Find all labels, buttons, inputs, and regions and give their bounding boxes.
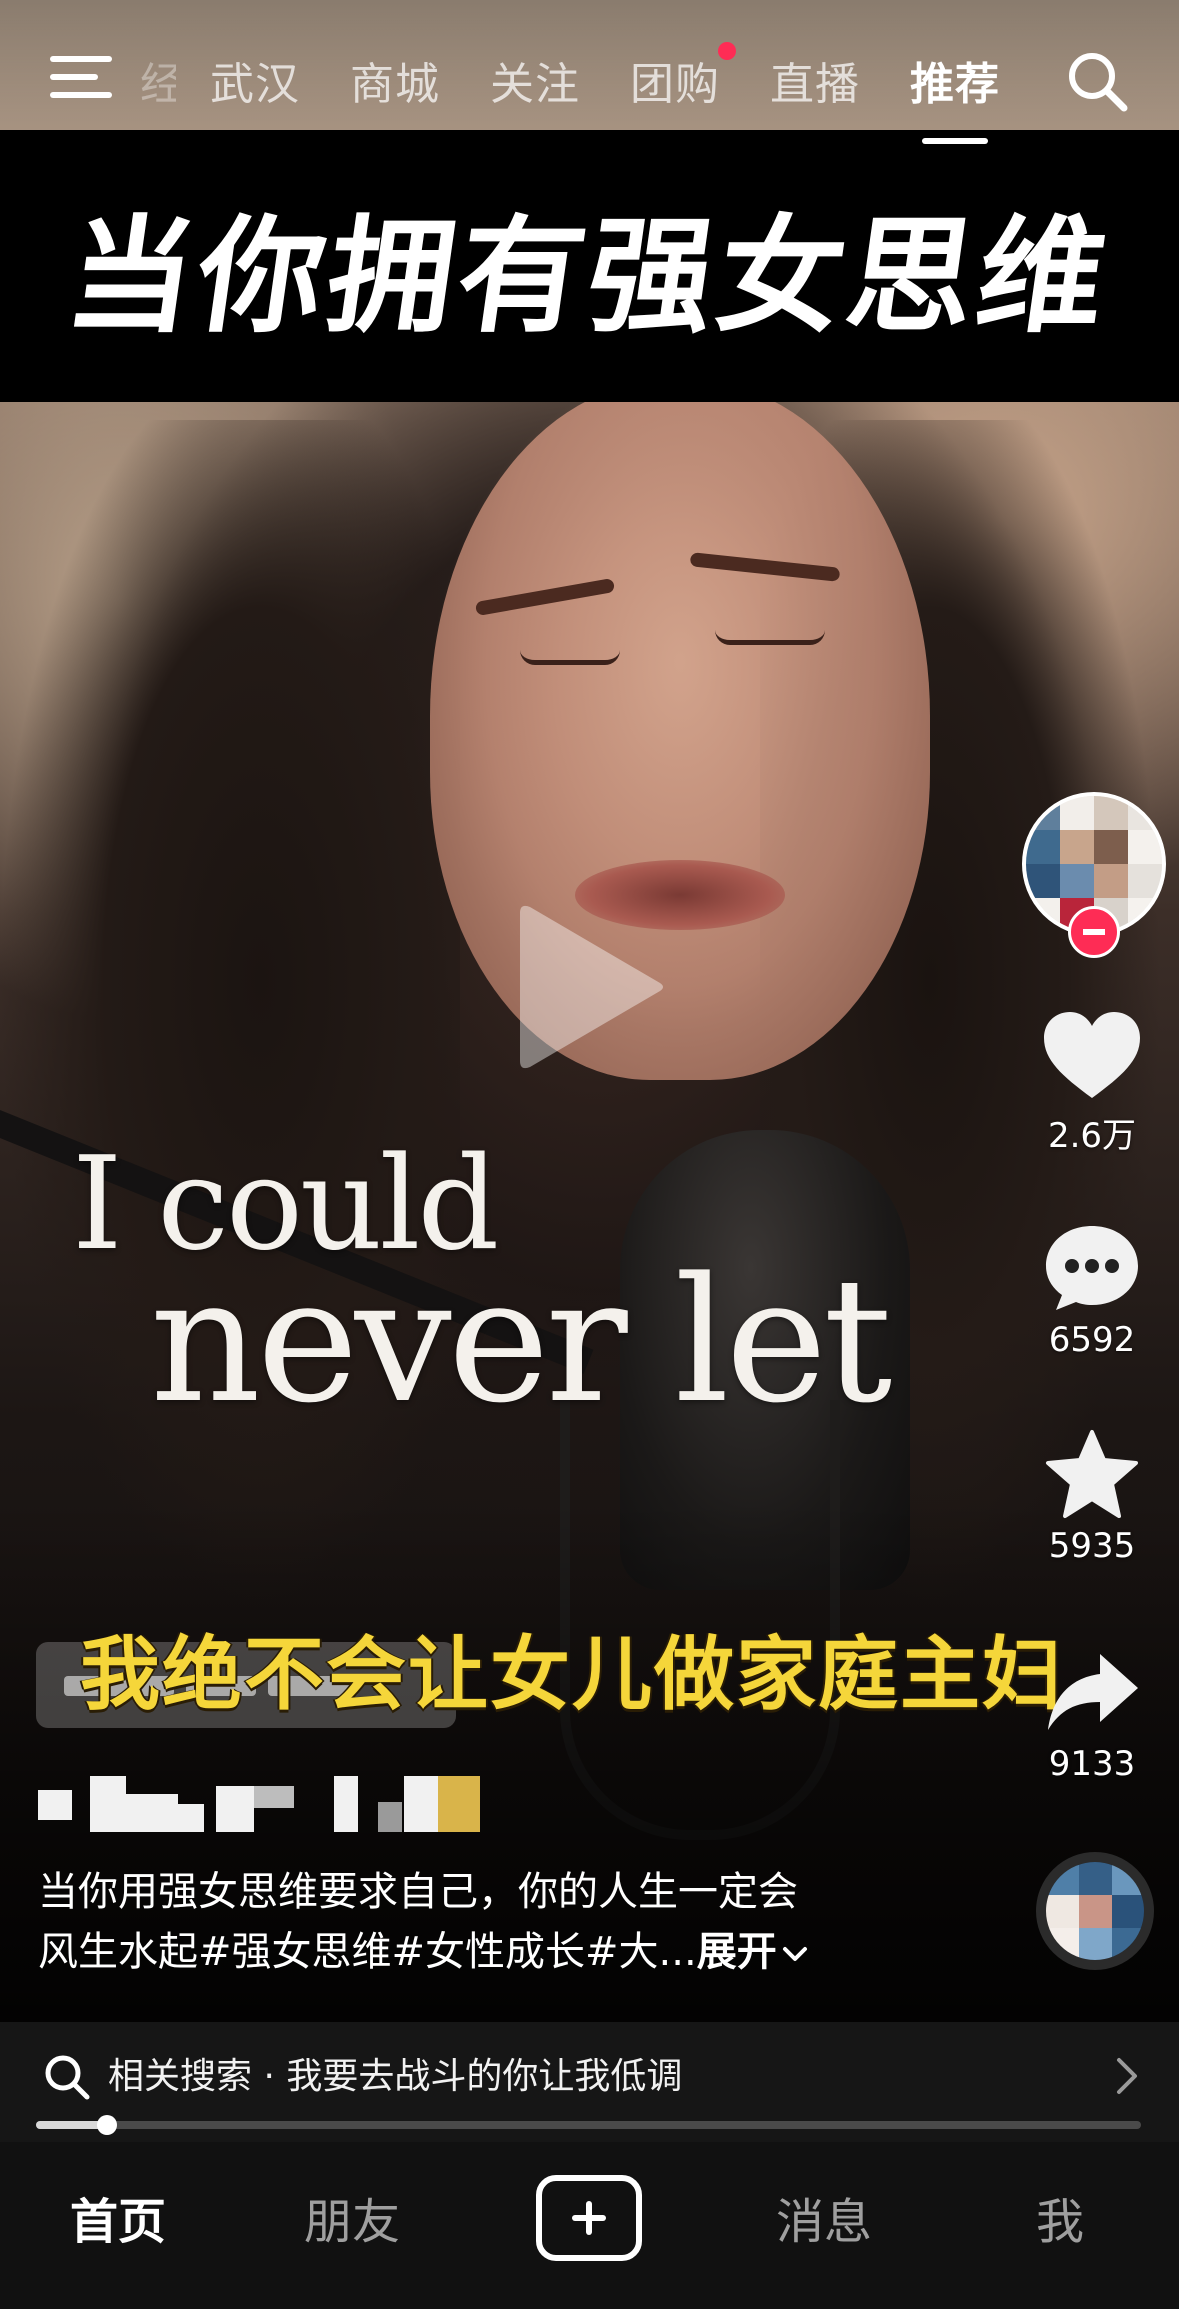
video-headline-banner: 当你拥有强女思维 [0, 130, 1179, 402]
chevron-down-icon [782, 1947, 807, 1961]
comment-button[interactable]: 6592 [1032, 1222, 1152, 1360]
top-tabs: 经验 武汉 商城 关注 团购 直播 推荐 [140, 40, 1050, 144]
video-progress-bar[interactable] [36, 2115, 1141, 2135]
nav-me[interactable]: 我 [980, 2182, 1140, 2262]
favorite-count: 5935 [1048, 1526, 1136, 1566]
tab-following[interactable]: 关注 [490, 48, 580, 112]
top-bar: 经验 武汉 商城 关注 团购 直播 推荐 [0, 0, 1179, 144]
video-subtitle-cn: 我绝不会让女儿做家庭主妇 [80, 1628, 1064, 1721]
related-search-query: 我要去战斗的你让我低调 [286, 2056, 683, 2097]
follow-button[interactable] [1068, 906, 1120, 958]
nav-friends[interactable]: 朋友 [272, 2182, 432, 2262]
nav-messages[interactable]: 消息 [744, 2182, 904, 2262]
tab-wuhan[interactable]: 武汉 [210, 48, 300, 112]
caption-line-2-text: 风生水起#强女思维#女性成长#大... [38, 1929, 697, 1975]
play-icon[interactable] [510, 895, 670, 1075]
share-count: 9133 [1048, 1744, 1136, 1784]
hamburger-menu-icon[interactable] [50, 52, 112, 104]
search-icon[interactable] [1062, 46, 1132, 116]
author-name[interactable] [38, 1776, 488, 1832]
post-caption[interactable]: 当你用强女思维要求自己，你的人生一定会 风生水起#强女思维#女性成长#大...展… [38, 1862, 898, 1982]
expand-link[interactable]: 展开 [697, 1929, 809, 1975]
tab-recommended[interactable]: 推荐 [910, 48, 1000, 144]
comment-bubble-icon [1046, 1226, 1138, 1310]
search-icon [45, 2055, 90, 2100]
video-progress-thumb[interactable] [96, 2115, 117, 2135]
tab-mall[interactable]: 商城 [350, 48, 440, 112]
caption-line-1: 当你用强女思维要求自己，你的人生一定会 [38, 1869, 798, 1915]
video-eye-left [520, 650, 620, 665]
video-headline: 当你拥有强女思维 [57, 203, 1119, 350]
heart-icon [1044, 1012, 1140, 1098]
notification-dot [718, 42, 736, 60]
like-button[interactable]: 2.6万 [1032, 1010, 1152, 1157]
video-subtitle-en-line2: never let [150, 1240, 892, 1441]
tab-live[interactable]: 直播 [770, 48, 860, 112]
video-feed-screen[interactable]: 当你拥有强女思维 经验 武汉 商城 关注 团购 直播 推荐 I co [0, 0, 1179, 2309]
related-search-text: 相关搜索 · 我要去战斗的你让我低调 [108, 2052, 682, 2102]
video-face [430, 380, 930, 1080]
share-button[interactable]: 9133 [1032, 1646, 1152, 1784]
nav-home[interactable]: 首页 [38, 2182, 198, 2262]
related-search-prefix: 相关搜索 [108, 2056, 253, 2097]
tab-group-buy[interactable]: 团购 [630, 42, 736, 112]
bottom-nav: 首页 朋友 消息 我 [0, 2142, 1179, 2309]
expand-label: 展开 [696, 1929, 777, 1975]
music-disc-avatar[interactable] [1036, 1852, 1154, 1970]
share-arrow-icon [1048, 1654, 1138, 1730]
chevron-right-icon [1117, 2058, 1137, 2094]
favorite-button[interactable]: 5935 [1032, 1428, 1152, 1566]
star-icon [1046, 1430, 1138, 1518]
video-eye-right [715, 630, 825, 645]
caption-line-2: 风生水起#强女思维#女性成长#大...展开 [38, 1922, 898, 1982]
comment-count: 6592 [1048, 1320, 1136, 1360]
like-count: 2.6万 [1047, 1116, 1137, 1156]
related-search-separator: · [263, 2056, 275, 2097]
create-post-button[interactable] [536, 2175, 642, 2261]
tab-partial[interactable]: 经验 [140, 48, 176, 112]
tab-group-buy-label: 团购 [630, 59, 720, 110]
